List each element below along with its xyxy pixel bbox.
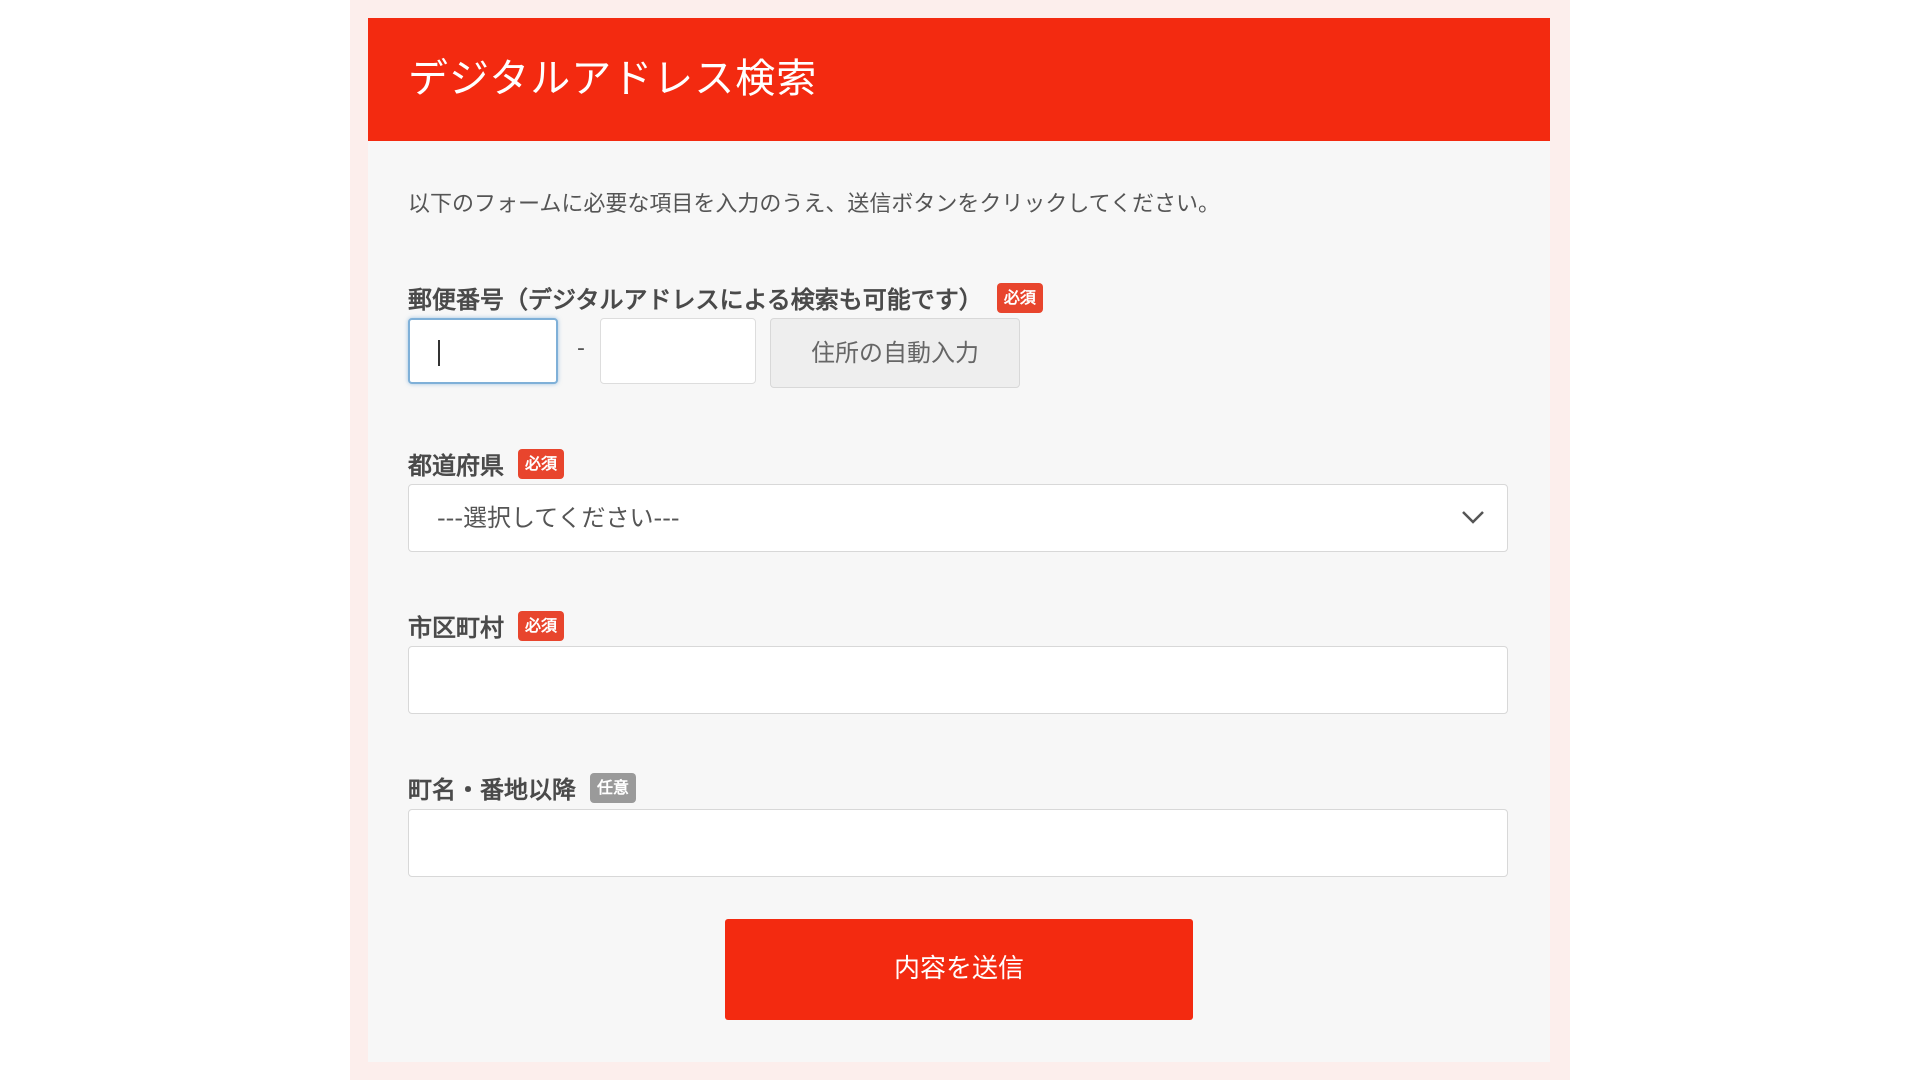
optional-badge: 任意 bbox=[590, 772, 637, 803]
form-header: デジタルアドレス検索 bbox=[368, 18, 1550, 141]
city-label: 市区町村 bbox=[408, 614, 504, 642]
required-badge: 必須 bbox=[996, 282, 1043, 313]
chevron-down-icon bbox=[1462, 511, 1484, 524]
postal-code-label: 郵便番号（デジタルアドレスによる検索も可能です） bbox=[408, 286, 983, 314]
page-title: デジタルアドレス検索 bbox=[408, 56, 818, 102]
city-label-row: 市区町村 必須 bbox=[408, 608, 565, 643]
city-input[interactable] bbox=[408, 646, 1508, 714]
street-label: 町名・番地以降 bbox=[408, 776, 576, 804]
address-autofill-button[interactable]: 住所の自動入力 bbox=[770, 318, 1020, 388]
postal-code-second-input[interactable] bbox=[600, 318, 756, 384]
text-cursor bbox=[438, 340, 440, 366]
postal-code-separator: - bbox=[577, 336, 585, 361]
prefecture-select[interactable]: ---選択してください--- bbox=[408, 484, 1508, 552]
form-instructions: 以下のフォームに必要な項目を入力のうえ、送信ボタンをクリックしてください。 bbox=[408, 192, 1221, 217]
postal-label-row: 郵便番号（デジタルアドレスによる検索も可能です） 必須 bbox=[408, 280, 1043, 315]
required-badge: 必須 bbox=[518, 610, 565, 641]
submit-button[interactable]: 内容を送信 bbox=[725, 919, 1193, 1020]
postal-code-first-input[interactable] bbox=[408, 318, 558, 384]
form-card: デジタルアドレス検索 以下のフォームに必要な項目を入力のうえ、送信ボタンをクリッ… bbox=[368, 18, 1550, 1062]
required-badge: 必須 bbox=[518, 448, 565, 479]
street-input[interactable] bbox=[408, 809, 1508, 877]
prefecture-selected-value: ---選択してください--- bbox=[437, 504, 680, 532]
street-label-row: 町名・番地以降 任意 bbox=[408, 770, 637, 805]
prefecture-label: 都道府県 bbox=[408, 452, 504, 480]
prefecture-label-row: 都道府県 必須 bbox=[408, 446, 565, 481]
